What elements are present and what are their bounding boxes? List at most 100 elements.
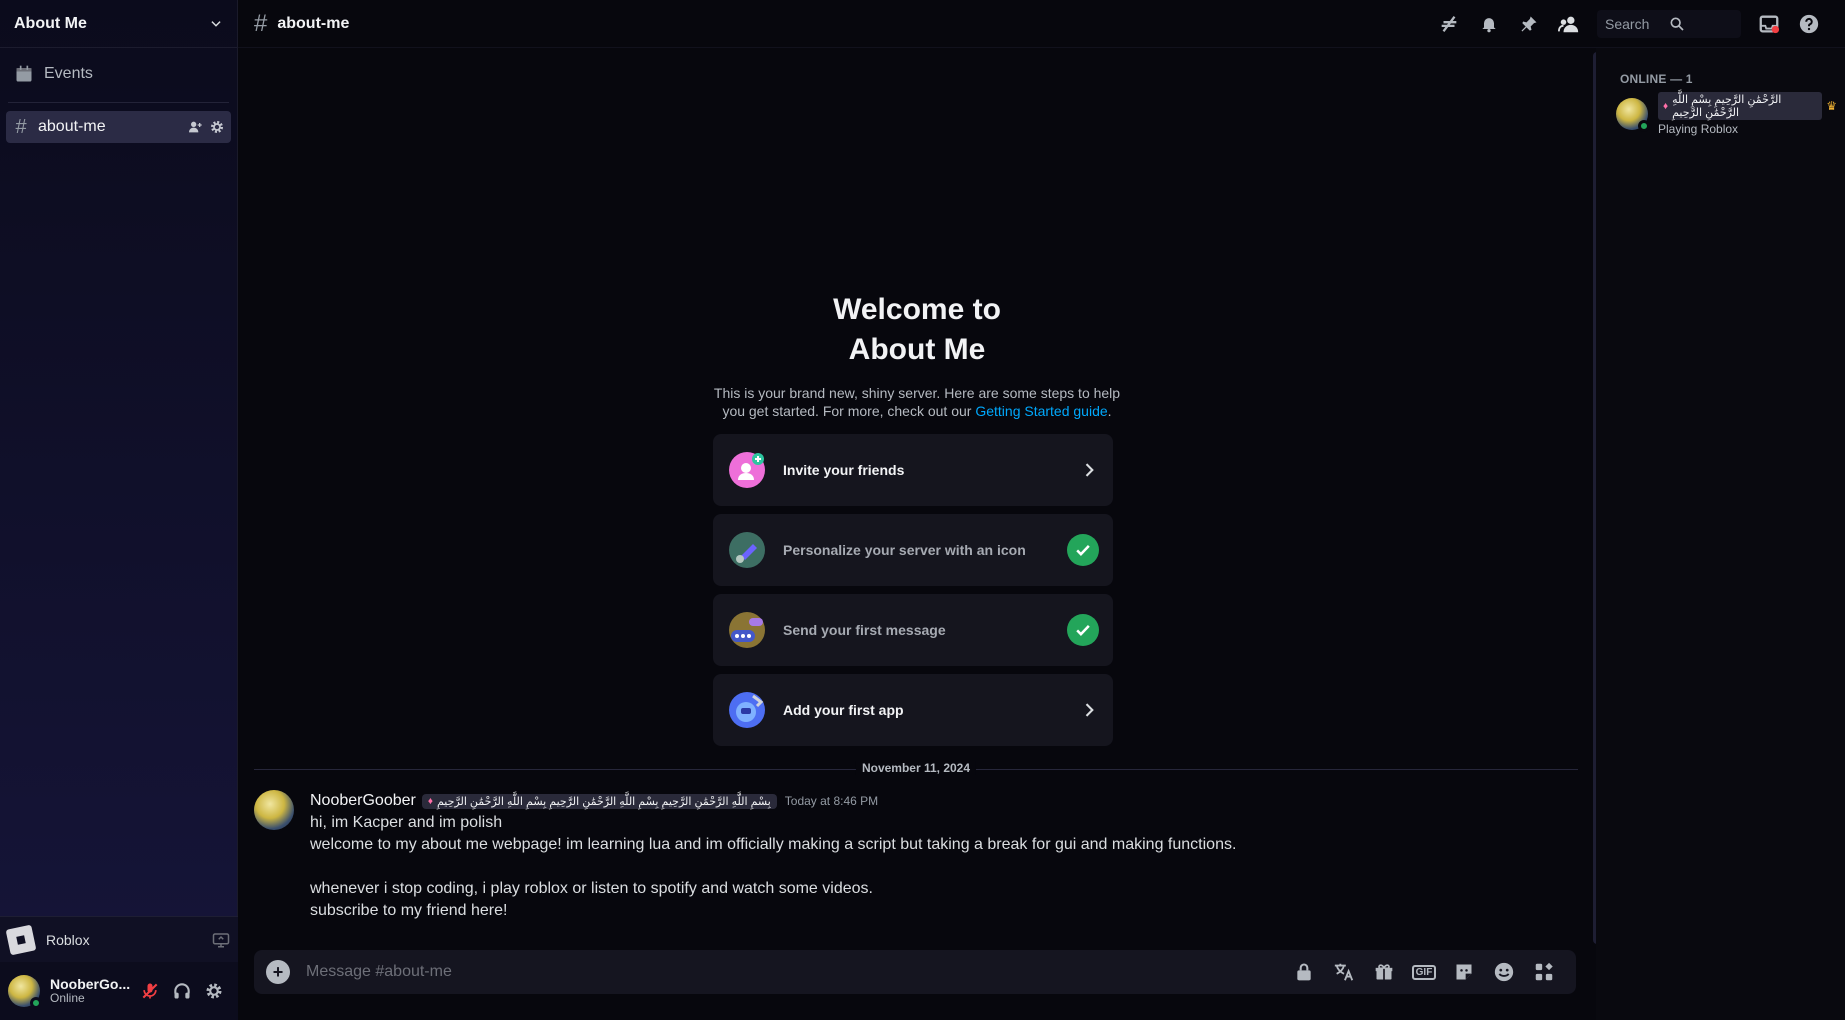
user-tag-badge[interactable]: ♦ بِسْمِ اللَّهِ الرَّحْمَٰنِ الرَّحِيمِ… [421, 793, 777, 809]
hash-icon: # [15, 115, 27, 138]
message-line: hi, im Kacper and im polish [310, 814, 503, 831]
channel-item-about-me[interactable]: # about-me [6, 111, 231, 143]
user-status: Online [50, 991, 85, 1006]
welcome-desc-line2: you get started. For more, check out our [722, 403, 976, 419]
checkmark-icon [1067, 614, 1099, 646]
member-info: ♦ الرَّحْمَٰنِ الرَّحِيمِ بِسْمِ اللَّهِ… [1658, 92, 1837, 136]
gear-icon[interactable] [209, 119, 225, 135]
welcome-section: Welcome to About Me This is your brand n… [238, 290, 1596, 420]
pin-icon[interactable] [1509, 0, 1549, 48]
online-status-icon [1638, 120, 1650, 132]
member-item[interactable]: ♦ الرَّحْمَٰنِ الرَّحِيمِ بِسْمِ اللَّهِ… [1616, 92, 1837, 136]
chat-bubble-icon [729, 612, 765, 648]
welcome-title: Welcome to About Me [238, 290, 1596, 370]
user-meta[interactable]: NooberGo... Online [50, 975, 134, 1006]
chevron-right-icon [1079, 460, 1099, 480]
member-list: ONLINE — 1 ♦ الرَّحْمَٰنِ الرَّحِيمِ بِس… [1596, 48, 1845, 1020]
message: NooberGoober ♦ بِسْمِ اللَّهِ الرَّحْمَٰ… [254, 790, 1556, 922]
card-label: Invite your friends [783, 462, 905, 478]
channel-header: # about-me Search [238, 0, 1845, 48]
calendar-icon [14, 64, 34, 84]
server-name: About Me [14, 14, 87, 32]
add-member-icon[interactable] [187, 119, 203, 135]
emoji-icon[interactable] [1484, 950, 1524, 994]
message-line: welcome to my about me webpage! im learn… [310, 836, 1237, 853]
member-name-text: الرَّحْمَٰنِ الرَّحِيمِ بِسْمِ اللَّهِ ا… [1672, 94, 1782, 119]
checkmark-icon [1067, 534, 1099, 566]
member-group-header: ONLINE — 1 [1620, 72, 1693, 86]
channel-name: about-me [38, 118, 106, 135]
add-attachment-icon[interactable]: + [266, 960, 290, 984]
stream-icon[interactable] [212, 931, 230, 949]
message-header: NooberGoober ♦ بِسْمِ اللَّهِ الرَّحْمَٰ… [310, 790, 1556, 812]
events-item[interactable]: Events [8, 56, 229, 92]
welcome-description: This is your brand new, shiny server. He… [238, 384, 1596, 420]
gif-label: GIF [1411, 964, 1437, 980]
help-icon[interactable] [1789, 0, 1829, 48]
gif-icon[interactable]: GIF [1404, 950, 1444, 994]
flame-icon: ♦ [427, 795, 433, 807]
message-composer: + Message #about-me GIF [254, 950, 1576, 994]
apps-icon[interactable] [1524, 950, 1564, 994]
message-timestamp: Today at 8:46 PM [784, 794, 879, 808]
hash-icon: # [254, 9, 268, 37]
message-input[interactable]: Message #about-me [306, 963, 1284, 981]
card-add-app[interactable]: Add your first app [713, 674, 1113, 746]
chat-area: Welcome to About Me This is your brand n… [238, 48, 1601, 1020]
user-panel: NooberGo... Online [0, 962, 238, 1020]
card-label: Add your first app [783, 702, 904, 718]
card-send-message[interactable]: Send your first message [713, 594, 1113, 666]
flame-icon: ♦ [1663, 100, 1669, 112]
translate-icon[interactable] [1324, 950, 1364, 994]
avatar[interactable] [254, 790, 294, 830]
online-status-icon [30, 997, 42, 1009]
welcome-desc-end: . [1107, 403, 1112, 419]
sticker-icon[interactable] [1444, 950, 1484, 994]
search-input[interactable]: Search [1597, 9, 1741, 38]
avatar[interactable] [8, 975, 42, 1009]
user-tag-text: بِسْمِ اللَّهِ الرَّحْمَٰنِ الرَّحِيمِ ب… [436, 795, 771, 808]
threads-icon[interactable] [1429, 0, 1469, 48]
invite-friends-icon [729, 452, 765, 488]
user-name: NooberGo... [50, 975, 131, 992]
events-label: Events [44, 65, 93, 82]
welcome-title-line2: About Me [848, 333, 986, 366]
settings-gear-icon[interactable] [198, 975, 230, 1007]
message-line: subscribe to my friend here! [310, 902, 508, 919]
channel-title: about-me [277, 14, 350, 32]
card-personalize-icon[interactable]: Personalize your server with an icon [713, 514, 1113, 586]
card-label: Personalize your server with an icon [783, 542, 1026, 558]
avatar [1616, 98, 1650, 132]
gift-icon[interactable] [1364, 950, 1404, 994]
channel-sidebar: About Me Events # about-me Roblox Noober… [0, 0, 238, 1020]
card-label: Send your first message [783, 622, 946, 638]
message-body: NooberGoober ♦ بِسْمِ اللَّهِ الرَّحْمَٰ… [310, 790, 1556, 922]
roblox-icon [5, 924, 37, 955]
headphones-icon[interactable] [166, 975, 198, 1007]
chevron-right-icon [1079, 700, 1099, 720]
date-divider-label: November 11, 2024 [855, 761, 977, 775]
member-name: ♦ الرَّحْمَٰنِ الرَّحِيمِ بِسْمِ اللَّهِ… [1658, 92, 1823, 120]
message-line: whenever i stop coding, i play roblox or… [310, 880, 873, 897]
divider [8, 102, 229, 103]
member-activity: Playing Roblox [1658, 122, 1739, 136]
server-header[interactable]: About Me [0, 0, 237, 48]
getting-started-link[interactable]: Getting Started guide [975, 403, 1107, 419]
date-divider: November 11, 2024 [254, 761, 1578, 775]
app-robot-icon [729, 692, 765, 728]
welcome-desc-line1: This is your brand new, shiny server. He… [713, 385, 1121, 401]
bell-icon[interactable] [1469, 0, 1509, 48]
lock-icon[interactable] [1284, 950, 1324, 994]
message-author[interactable]: NooberGoober [310, 792, 416, 810]
welcome-title-line1: Welcome to [833, 293, 1001, 326]
crown-icon: ♛ [1826, 99, 1837, 113]
chevron-down-icon[interactable] [209, 17, 223, 31]
mute-mic-icon[interactable] [134, 975, 166, 1007]
search-icon [1669, 16, 1733, 32]
inbox-icon[interactable] [1749, 0, 1789, 48]
card-invite-friends[interactable]: Invite your friends [713, 434, 1113, 506]
member-list-icon[interactable] [1549, 0, 1589, 48]
setup-cards: Invite your friends Personalize your ser… [713, 434, 1113, 754]
search-placeholder: Search [1605, 15, 1650, 32]
activity-game-name: Roblox [46, 931, 90, 948]
